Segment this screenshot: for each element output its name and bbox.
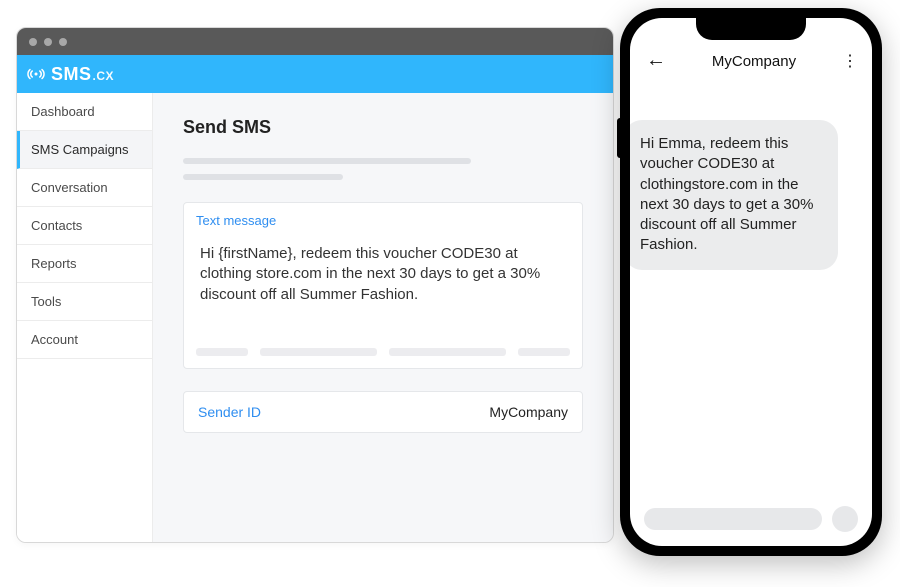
- placeholder-line: [183, 174, 343, 180]
- sidebar-item-label: Conversation: [31, 180, 108, 195]
- sidebar-item-reports[interactable]: Reports: [17, 245, 152, 283]
- phone-notch: [696, 18, 806, 40]
- phone-compose-input[interactable]: [644, 508, 822, 530]
- sidebar-item-label: Tools: [31, 294, 61, 309]
- placeholder-chip: [389, 348, 506, 356]
- text-message-label: Text message: [196, 213, 570, 228]
- back-arrow-icon[interactable]: ←: [646, 50, 666, 70]
- window-dot-close[interactable]: [29, 38, 37, 46]
- sidebar-item-label: Account: [31, 332, 78, 347]
- phone-body: Hi Emma, redeem this voucher CODE30 at c…: [630, 80, 872, 546]
- brand-text: SMS.CX: [51, 64, 114, 85]
- text-message-footer: [196, 348, 570, 356]
- phone-compose-bar: [644, 506, 858, 532]
- phone-screen: ← MyCompany ⋮ Hi Emma, redeem this vouch…: [630, 18, 872, 546]
- placeholder-chip: [196, 348, 248, 356]
- text-message-body[interactable]: Hi {firstName}, redeem this voucher CODE…: [196, 236, 570, 336]
- placeholder-line: [183, 158, 471, 164]
- sender-id-value: MyCompany: [489, 404, 568, 420]
- placeholder-chip: [518, 348, 570, 356]
- window-dot-min[interactable]: [44, 38, 52, 46]
- brand-bar: SMS.CX: [17, 55, 613, 93]
- sidebar-item-dashboard[interactable]: Dashboard: [17, 93, 152, 131]
- sidebar-item-label: Dashboard: [31, 104, 95, 119]
- phone-header-title: MyCompany: [712, 53, 796, 70]
- sidebar-item-contacts[interactable]: Contacts: [17, 207, 152, 245]
- sidebar-item-account[interactable]: Account: [17, 321, 152, 359]
- window-dot-max[interactable]: [59, 38, 67, 46]
- app-window: SMS.CX Dashboard SMS Campaigns Conversat…: [16, 27, 614, 543]
- phone-send-button[interactable]: [832, 506, 858, 532]
- sidebar: Dashboard SMS Campaigns Conversation Con…: [17, 93, 153, 542]
- page-title: Send SMS: [183, 117, 583, 138]
- sidebar-item-sms-campaigns[interactable]: SMS Campaigns: [17, 131, 152, 169]
- sidebar-item-conversation[interactable]: Conversation: [17, 169, 152, 207]
- placeholder-chip: [260, 348, 377, 356]
- sidebar-item-tools[interactable]: Tools: [17, 283, 152, 321]
- brand-logo-icon: [27, 65, 45, 83]
- kebab-menu-icon[interactable]: ⋮: [842, 54, 856, 70]
- sender-id-row[interactable]: Sender ID MyCompany: [183, 391, 583, 433]
- brand-suffix: .CX: [93, 69, 115, 83]
- sidebar-item-label: Reports: [31, 256, 77, 271]
- text-message-card: Text message Hi {firstName}, redeem this…: [183, 202, 583, 369]
- sidebar-item-label: SMS Campaigns: [31, 142, 129, 157]
- window-titlebar: [17, 28, 613, 55]
- brand-name: SMS: [51, 64, 92, 85]
- sender-id-label: Sender ID: [198, 404, 261, 420]
- main-panel: Send SMS Text message Hi {firstName}, re…: [153, 93, 613, 542]
- sms-bubble: Hi Emma, redeem this voucher CODE30 at c…: [630, 120, 838, 270]
- sidebar-item-label: Contacts: [31, 218, 82, 233]
- phone-mockup: ← MyCompany ⋮ Hi Emma, redeem this vouch…: [620, 8, 882, 556]
